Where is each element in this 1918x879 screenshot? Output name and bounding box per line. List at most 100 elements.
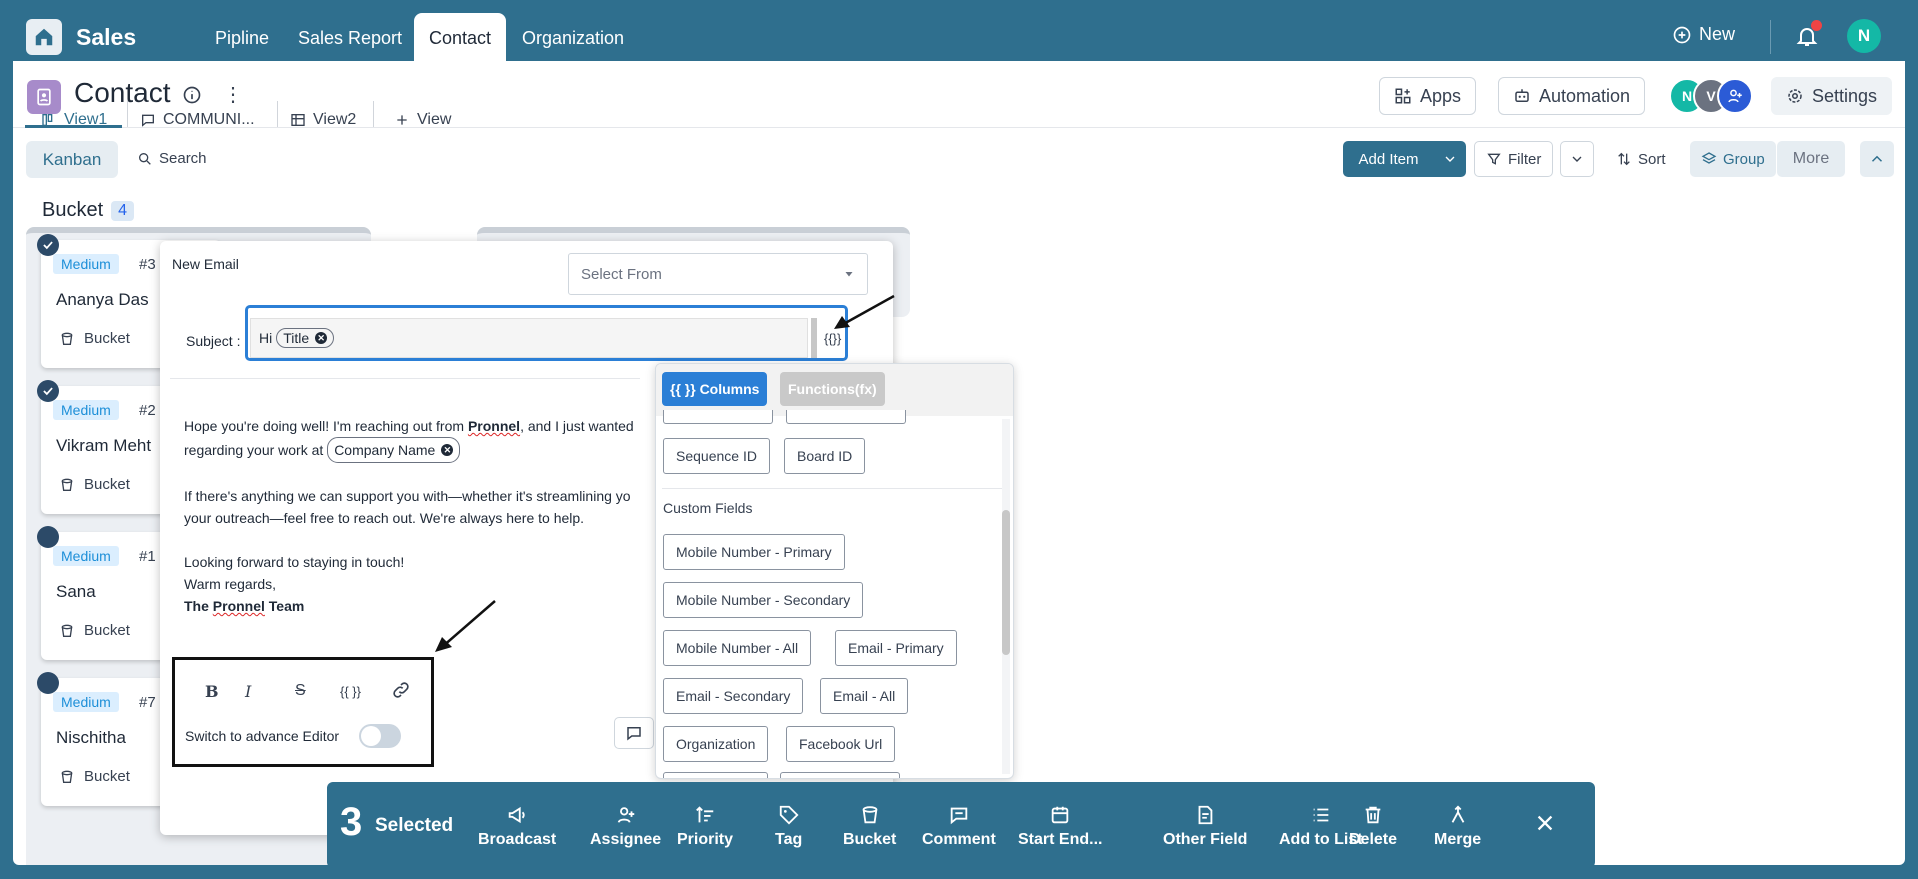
view-tab-view1[interactable]: View1 [41, 101, 107, 139]
body-text: , and I just wanted [520, 418, 634, 434]
variable-pill[interactable]: Board ID [784, 438, 866, 474]
body-variable-chip[interactable]: Company Name ✕ [327, 437, 461, 463]
variable-pill-partial[interactable] [663, 410, 773, 424]
variable-pill[interactable]: Email - Secondary [663, 678, 804, 714]
variable-pill[interactable]: Organization [663, 726, 769, 762]
card-name[interactable]: Ananya Das [56, 290, 149, 310]
collapse-button[interactable] [1860, 141, 1894, 177]
add-item-dropdown[interactable] [1434, 141, 1466, 177]
sort-label: Sort [1638, 150, 1666, 168]
kanban-button[interactable]: Kanban [26, 141, 118, 178]
insert-variable-button[interactable]: {{}} [824, 331, 841, 346]
subject-variable-chip[interactable]: Title ✕ [276, 328, 335, 348]
edit-document-icon [1198, 805, 1213, 825]
bucket-button[interactable]: Bucket [843, 804, 896, 849]
strikethrough-button[interactable]: S [295, 682, 306, 700]
tab-columns[interactable]: {{ }} Columns [662, 372, 768, 406]
advance-editor-toggle[interactable] [359, 724, 401, 748]
card-bucket[interactable]: Bucket [59, 768, 130, 785]
comment-icon [627, 727, 641, 741]
checked-icon[interactable] [37, 234, 59, 256]
priority-button[interactable]: Priority [677, 804, 733, 849]
tag-button[interactable]: Tag [775, 804, 802, 849]
unchecked-icon[interactable] [37, 526, 59, 548]
variable-pill[interactable]: Mobile Number - All [663, 630, 812, 666]
settings-button[interactable]: Settings [1771, 77, 1893, 115]
variable-pill[interactable]: Mobile Number - Primary [663, 534, 845, 570]
other-field-button[interactable]: Other Field [1163, 804, 1247, 849]
italic-button[interactable]: I [245, 682, 251, 701]
action-label: Delete [1349, 831, 1398, 848]
card-bucket[interactable]: Bucket [59, 330, 130, 347]
variable-pill[interactable]: Mobile Number - Secondary [663, 582, 864, 618]
comment-button[interactable]: Comment [922, 804, 996, 849]
variable-pill-partial[interactable] [663, 772, 768, 778]
tab-organization[interactable]: Organization [507, 13, 639, 63]
remove-chip-icon[interactable]: ✕ [315, 332, 328, 344]
toggle-knob [361, 726, 381, 746]
priority-tag[interactable]: Medium [53, 254, 119, 274]
subject-scrollbar[interactable] [811, 318, 817, 358]
card-number: #7 [139, 694, 156, 711]
search-button[interactable]: Search [137, 150, 207, 167]
add-view-button[interactable]: View [394, 101, 451, 139]
add-member-button[interactable] [1717, 78, 1753, 114]
add-item-button[interactable]: Add Item [1343, 141, 1434, 177]
tab-pipline[interactable]: Pipline [200, 13, 284, 63]
active-view-indicator [25, 125, 122, 128]
priority-tag[interactable]: Medium [53, 400, 119, 420]
start-end-button[interactable]: Start End... [1018, 804, 1102, 849]
variable-pill-partial[interactable] [780, 772, 900, 778]
priority-tag[interactable]: Medium [53, 692, 119, 712]
delete-button[interactable]: Delete [1349, 804, 1397, 849]
filter-button[interactable]: Filter [1474, 141, 1554, 177]
view-tab-communi[interactable]: COMMUNI... [140, 101, 255, 139]
automation-button[interactable]: Automation [1498, 77, 1646, 115]
filter-dropdown[interactable] [1560, 141, 1594, 177]
card-name[interactable]: Sana [56, 582, 96, 602]
sort-button[interactable]: Sort [1605, 141, 1677, 177]
signature-brand: Pronnel [212, 598, 265, 614]
link-button[interactable] [391, 680, 411, 705]
checked-icon[interactable] [37, 380, 59, 402]
tab-functions[interactable]: Functions(fx) [780, 372, 885, 406]
card-bucket[interactable]: Bucket [59, 622, 130, 639]
card-bucket[interactable]: Bucket [59, 476, 130, 493]
priority-tag[interactable]: Medium [53, 546, 119, 566]
broadcast-button[interactable]: Broadcast [478, 804, 556, 849]
merge-button[interactable]: Merge [1434, 804, 1481, 849]
user-avatar[interactable]: N [1847, 19, 1881, 53]
variable-pill-partial[interactable] [786, 410, 906, 424]
megaphone-icon [508, 806, 525, 824]
home-button[interactable] [26, 19, 62, 55]
assignee-button[interactable]: Assignee [590, 804, 661, 849]
body-text: Looking forward to staying in touch! [184, 554, 405, 570]
tab-contact[interactable]: Contact [414, 13, 507, 63]
card-name[interactable]: Nischitha [56, 728, 126, 748]
more-button[interactable]: More [1777, 141, 1845, 177]
bold-button[interactable]: B [205, 682, 219, 701]
scrollbar-thumb[interactable] [1002, 510, 1010, 655]
group-button[interactable]: Group [1690, 141, 1776, 177]
modal-title: New Email [172, 256, 239, 272]
new-button[interactable]: New [1672, 24, 1735, 45]
remove-chip-icon[interactable]: ✕ [441, 444, 454, 456]
insert-variable-button[interactable]: {{ }} [340, 684, 361, 699]
unchecked-icon[interactable] [37, 672, 59, 694]
apps-button[interactable]: Apps [1379, 77, 1477, 115]
close-icon[interactable] [1534, 812, 1556, 839]
subject-input[interactable]: Hi Title ✕ [250, 318, 808, 358]
card-name[interactable]: Vikram Meht [56, 436, 151, 456]
variable-pill[interactable]: Email - All [820, 678, 909, 714]
email-body-editor[interactable]: Hope you're doing well! I'm reaching out… [184, 415, 664, 617]
variable-pill[interactable]: Email - Primary [835, 630, 957, 666]
view-tab-view2[interactable]: View2 [290, 101, 356, 139]
subject-field[interactable]: Hi Title ✕ [245, 305, 848, 361]
tab-sales-report[interactable]: Sales Report [283, 13, 417, 63]
brand-name: Pronnel [467, 418, 521, 434]
select-from-dropdown[interactable]: Select From [568, 253, 868, 295]
comment-button[interactable] [614, 717, 654, 749]
variable-pill[interactable]: Sequence ID [663, 438, 770, 474]
variable-pill[interactable]: Facebook Url [786, 726, 896, 762]
card-number: #2 [139, 402, 156, 419]
